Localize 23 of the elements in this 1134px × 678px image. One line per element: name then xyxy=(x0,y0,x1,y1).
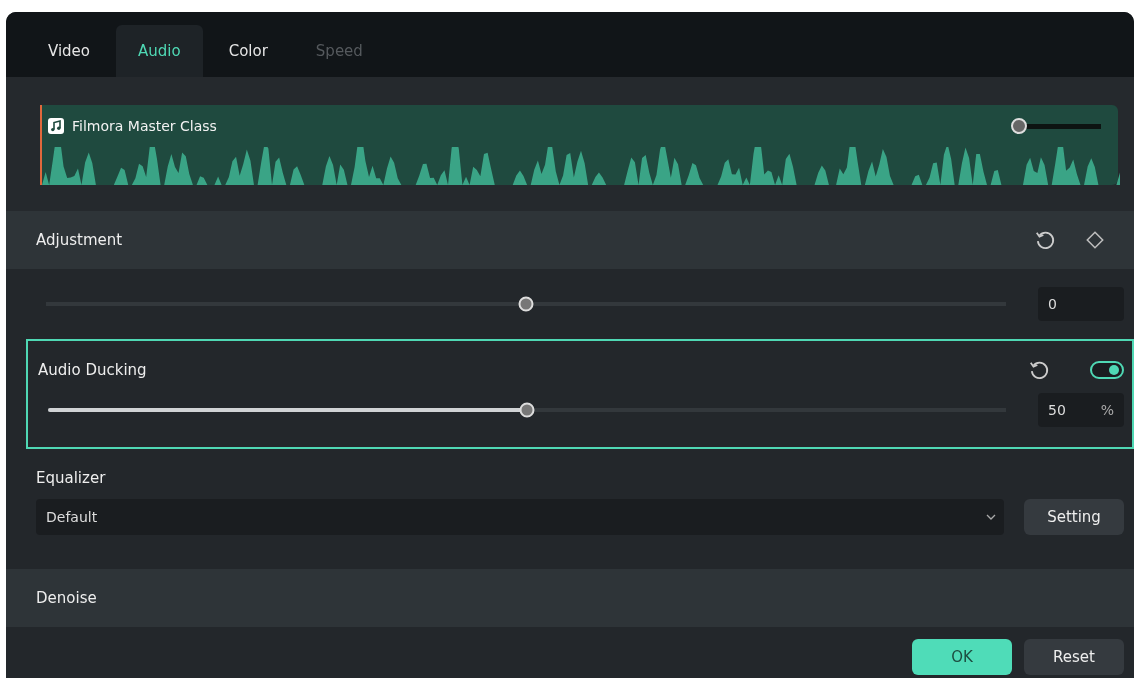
setting-label: Equalizer xyxy=(36,469,107,487)
toggle-switch[interactable] xyxy=(1090,361,1124,379)
ducking-value-field[interactable]: 50 % xyxy=(1038,393,1124,427)
music-note-icon xyxy=(48,118,64,134)
reset-icon[interactable] xyxy=(1034,229,1056,251)
tab[interactable]: Audio xyxy=(116,25,203,77)
ok-button[interactable]: OK xyxy=(912,639,1012,675)
tab[interactable]: Video xyxy=(26,25,113,77)
equalizer-dropdown[interactable]: Default xyxy=(36,499,1004,535)
reset-icon[interactable] xyxy=(1028,359,1050,381)
reset-button[interactable]: Reset xyxy=(1024,639,1124,675)
setting-label: Audio Ducking xyxy=(38,361,147,379)
clip-title: Filmora Master Class xyxy=(72,118,218,134)
slider-thumb[interactable] xyxy=(518,296,534,312)
keyframe-diamond-icon[interactable] xyxy=(1084,229,1106,251)
section-title: Adjustment xyxy=(36,231,123,249)
chevron-down-icon xyxy=(986,514,996,520)
volume-slider-thumb[interactable] xyxy=(1011,118,1027,134)
pitch-value-field[interactable]: 0 xyxy=(1038,287,1124,321)
tab[interactable]: Color xyxy=(206,25,290,77)
setting-button[interactable]: Setting xyxy=(1024,499,1124,535)
slider-thumb[interactable] xyxy=(519,402,535,418)
section-title: Denoise xyxy=(36,589,97,607)
